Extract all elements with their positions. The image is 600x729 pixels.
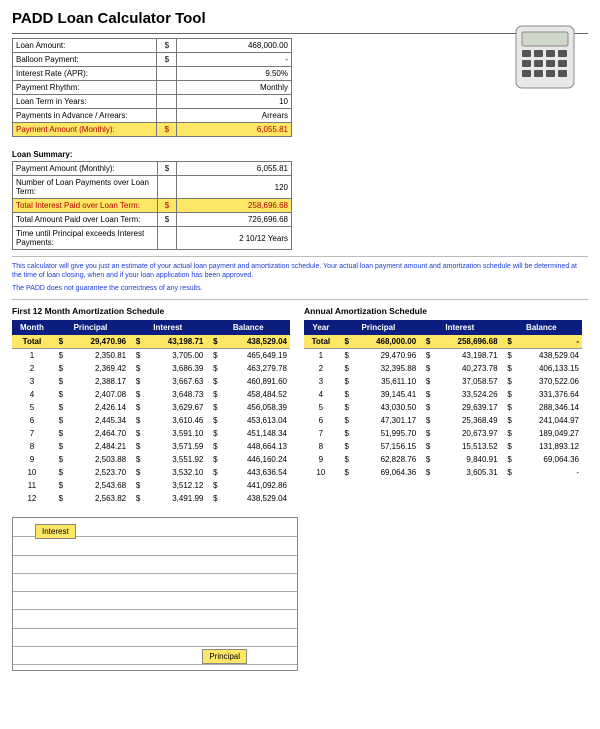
row-label: Total Amount Paid over Loan Term: (13, 213, 158, 227)
schedule-row: 2$32,395.88$40,273.78$406,133.15 (304, 362, 582, 375)
row-label: Payment Amount (Monthly): (13, 162, 158, 176)
row-value: Arrears (177, 109, 292, 123)
row-value: - (177, 53, 292, 67)
row-label: Time until Principal exceeds Interest Pa… (13, 227, 158, 250)
row-currency (157, 176, 177, 199)
schedule-row: 3$2,388.17$3,667.63$460,891.60 (12, 375, 290, 388)
row-label: Balloon Payment: (13, 53, 157, 67)
annual-schedule-table: YearPrincipalInterestBalanceTotal$468,00… (304, 320, 582, 479)
schedule-row: 12$2,563.82$3,491.99$438,529.04 (12, 492, 290, 505)
schedule-row: 4$2,407.08$3,648.73$458,484.52 (12, 388, 290, 401)
schedule-row: 9$2,503.88$3,551.92$446,160.24 (12, 453, 290, 466)
monthly-schedule-title: First 12 Month Amortization Schedule (12, 306, 290, 316)
divider-1 (12, 256, 588, 257)
row-currency: $ (157, 53, 177, 67)
row-label: Loan Term in Years: (13, 95, 157, 109)
calculator-icon (510, 22, 580, 92)
row-value: 6,055.81 (177, 123, 292, 137)
disclaimer-no-guarantee: The PADD does not guarantee the correctn… (12, 285, 588, 294)
loan-summary-table: Payment Amount (Monthly):$6,055.81Number… (12, 161, 292, 250)
chart-legend-principal: Principal (202, 649, 247, 664)
schedule-row: 11$2,543.68$3,512.12$441,092.86 (12, 479, 290, 492)
row-value: 10 (177, 95, 292, 109)
table-row: Total Amount Paid over Loan Term:$726,69… (13, 213, 292, 227)
column-header: Month (12, 320, 52, 335)
column-header: Balance (501, 320, 582, 335)
column-header: Principal (52, 320, 129, 335)
row-value: 726,696.68 (177, 213, 292, 227)
loan-inputs-table: Loan Amount:$468,000.00Balloon Payment:$… (12, 38, 292, 137)
schedule-row: 5$43,030.50$29,639.17$288,346.14 (304, 401, 582, 414)
row-label: Loan Amount: (13, 39, 157, 53)
table-row: Number of Loan Payments over Loan Term: 1… (13, 176, 292, 199)
row-value: 6,055.81 (177, 162, 292, 176)
column-header: Year (304, 320, 338, 335)
total-row: Total$468,000.00$258,696.68$- (304, 335, 582, 349)
column-header: Interest (129, 320, 206, 335)
row-value: 120 (177, 176, 292, 199)
loan-summary-heading: Loan Summary: (12, 150, 588, 159)
row-value: 2 10/12 Years (177, 227, 292, 250)
row-currency (157, 95, 177, 109)
schedule-row: 8$57,156.15$15,513.52$131,893.12 (304, 440, 582, 453)
row-currency (157, 67, 177, 81)
disclaimer-estimate: This calculator will give you just an es… (12, 263, 588, 281)
schedule-row: 3$35,611.10$37,058.57$370,522.06 (304, 375, 582, 388)
column-header: Interest (419, 320, 500, 335)
row-currency: $ (157, 199, 177, 213)
monthly-schedule-table: MonthPrincipalInterestBalanceTotal$29,47… (12, 320, 290, 505)
schedule-row: 10$69,064.36$3,605.31$- (304, 466, 582, 479)
row-currency (157, 227, 177, 250)
table-row: Balloon Payment:$- (13, 53, 292, 67)
schedule-row: 1$29,470.96$43,198.71$438,529.04 (304, 349, 582, 363)
table-row: Payments in Advance / Arrears: Arrears (13, 109, 292, 123)
table-row: Loan Term in Years: 10 (13, 95, 292, 109)
schedule-row: 9$62,828.76$9,840.91$69,064.36 (304, 453, 582, 466)
page-title: PADD Loan Calculator Tool (12, 10, 588, 27)
schedule-row: 4$39,145.41$33,524.26$331,376.64 (304, 388, 582, 401)
row-label: Total Interest Paid over Loan Term: (13, 199, 158, 213)
row-label: Number of Loan Payments over Loan Term: (13, 176, 158, 199)
schedule-row: 1$2,350.81$3,705.00$465,649.19 (12, 349, 290, 363)
schedule-row: 6$2,445.34$3,610.46$453,613.04 (12, 414, 290, 427)
schedule-row: 2$2,369.42$3,686.39$463,279.78 (12, 362, 290, 375)
row-currency (157, 81, 177, 95)
schedule-row: 10$2,523.70$3,532.10$443,636.54 (12, 466, 290, 479)
row-value: 9.50% (177, 67, 292, 81)
table-row: Payment Rhythm: Monthly (13, 81, 292, 95)
title-rule (12, 33, 588, 34)
annual-schedule-title: Annual Amortization Schedule (304, 306, 582, 316)
row-currency (157, 109, 177, 123)
column-header: Balance (206, 320, 290, 335)
row-label: Payment Amount (Monthly): (13, 123, 157, 137)
table-row: Interest Rate (APR): 9.50% (13, 67, 292, 81)
schedule-row: 7$2,464.70$3,591.10$451,148.34 (12, 427, 290, 440)
row-currency: $ (157, 123, 177, 137)
table-row: Loan Amount:$468,000.00 (13, 39, 292, 53)
schedule-row: 7$51,995.70$20,673.97$189,049.27 (304, 427, 582, 440)
schedule-row: 6$47,301.17$25,368.49$241,044.97 (304, 414, 582, 427)
amortization-chart: Interest Principal (12, 517, 298, 671)
row-label: Interest Rate (APR): (13, 67, 157, 81)
row-label: Payments in Advance / Arrears: (13, 109, 157, 123)
column-header: Principal (338, 320, 419, 335)
row-value: 468,000.00 (177, 39, 292, 53)
table-row: Payment Amount (Monthly):$6,055.81 (13, 162, 292, 176)
row-label: Payment Rhythm: (13, 81, 157, 95)
row-currency: $ (157, 39, 177, 53)
schedule-row: 5$2,426.14$3,629.67$456,058.39 (12, 401, 290, 414)
chart-legend-interest: Interest (35, 524, 76, 539)
table-row: Total Interest Paid over Loan Term:$258,… (13, 199, 292, 213)
schedule-row: 8$2,484.21$3,571.59$448,664.13 (12, 440, 290, 453)
table-row: Payment Amount (Monthly):$6,055.81 (13, 123, 292, 137)
total-row: Total$29,470.96$43,198.71$438,529.04 (12, 335, 290, 349)
divider-2 (12, 299, 588, 300)
table-row: Time until Principal exceeds Interest Pa… (13, 227, 292, 250)
row-currency: $ (157, 213, 177, 227)
row-currency: $ (157, 162, 177, 176)
row-value: 258,696.68 (177, 199, 292, 213)
row-value: Monthly (177, 81, 292, 95)
